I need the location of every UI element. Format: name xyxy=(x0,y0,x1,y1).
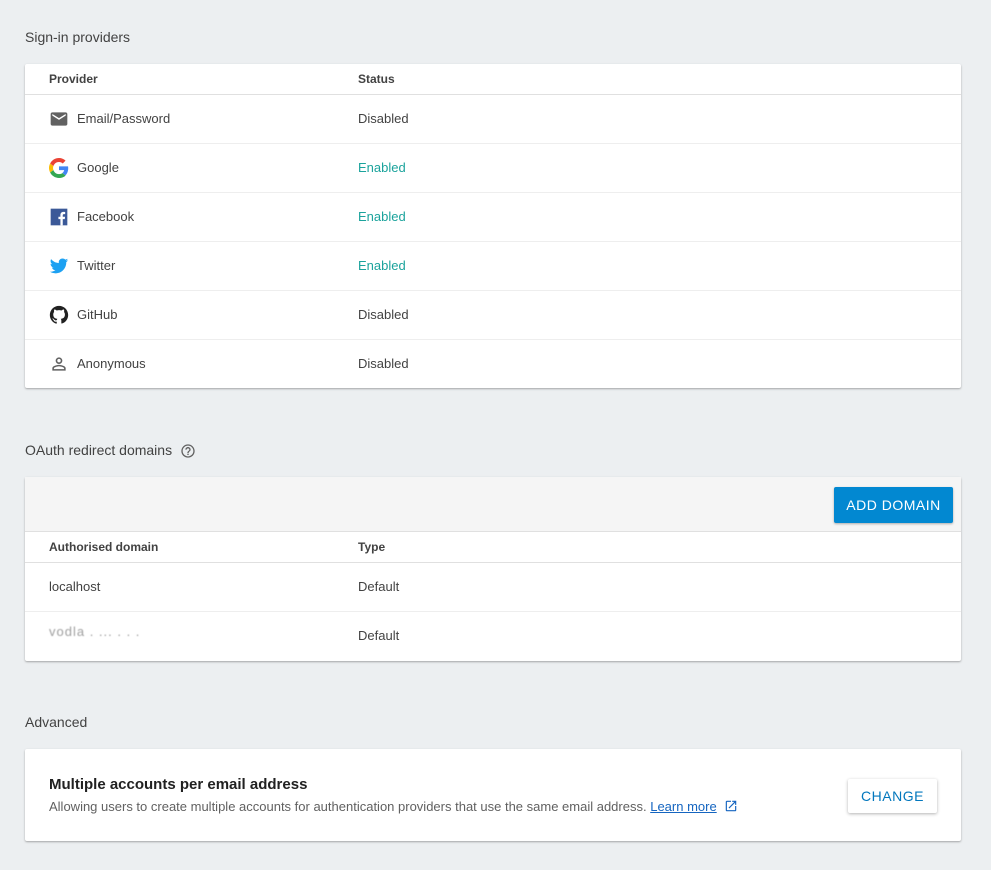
provider-row-google[interactable]: Google Enabled xyxy=(25,144,961,193)
person-icon xyxy=(52,357,66,371)
provider-name: Google xyxy=(77,160,119,175)
domain-name: vodla . ... . . . xyxy=(49,624,141,639)
providers-table-header: Provider Status xyxy=(25,64,961,95)
help-icon[interactable] xyxy=(180,443,196,459)
oauth-card: ADD DOMAIN Authorised domain Type localh… xyxy=(25,477,961,661)
mail-icon xyxy=(50,112,68,126)
learn-more-link[interactable]: Learn more xyxy=(650,799,716,814)
oauth-section-title: OAuth redirect domains xyxy=(25,442,196,459)
advanced-section-title: Advanced xyxy=(25,714,88,730)
advanced-card: Multiple accounts per email address Allo… xyxy=(25,749,961,841)
change-button[interactable]: CHANGE xyxy=(848,779,937,813)
provider-row-facebook[interactable]: Facebook Enabled xyxy=(25,193,961,242)
domain-type: Default xyxy=(358,579,400,594)
column-header-provider: Provider xyxy=(49,72,98,86)
oauth-toolbar: ADD DOMAIN xyxy=(25,477,961,532)
providers-card: Provider Status Email/Password Disabled … xyxy=(25,64,961,388)
provider-status: Disabled xyxy=(358,356,409,371)
multiple-accounts-description: Allowing users to create multiple accoun… xyxy=(49,799,738,814)
column-header-domain: Authorised domain xyxy=(49,540,159,554)
open-in-new-icon[interactable] xyxy=(724,799,738,813)
column-header-status: Status xyxy=(358,72,395,86)
provider-status: Enabled xyxy=(358,160,406,175)
provider-row-anonymous[interactable]: Anonymous Disabled xyxy=(25,340,961,388)
domain-row[interactable]: localhost Default xyxy=(25,563,961,612)
add-domain-button[interactable]: ADD DOMAIN xyxy=(834,487,953,523)
facebook-icon xyxy=(50,208,68,226)
domain-name: localhost xyxy=(49,579,101,594)
provider-name: Email/Password xyxy=(77,111,171,126)
providers-section-title: Sign-in providers xyxy=(25,29,131,45)
provider-status: Enabled xyxy=(358,209,406,224)
provider-status: Disabled xyxy=(358,307,409,322)
provider-name: Twitter xyxy=(77,258,116,273)
provider-name: Facebook xyxy=(77,209,135,224)
provider-status: Enabled xyxy=(358,258,406,273)
domain-row[interactable]: vodla . ... . . . Default xyxy=(25,612,961,660)
multiple-accounts-title: Multiple accounts per email address xyxy=(49,776,308,793)
description-text: Allowing users to create multiple accoun… xyxy=(49,799,647,814)
domain-type: Default xyxy=(358,628,400,643)
github-icon xyxy=(49,305,69,324)
provider-status: Disabled xyxy=(358,111,409,126)
oauth-table-header: Authorised domain Type xyxy=(25,532,961,563)
provider-row-github[interactable]: GitHub Disabled xyxy=(25,291,961,340)
provider-name: GitHub xyxy=(77,307,118,322)
twitter-icon xyxy=(49,258,69,274)
provider-row-twitter[interactable]: Twitter Enabled xyxy=(25,242,961,291)
column-header-type: Type xyxy=(358,540,386,554)
provider-name: Anonymous xyxy=(77,356,146,371)
provider-row-email[interactable]: Email/Password Disabled xyxy=(25,95,961,144)
google-icon xyxy=(49,158,69,178)
oauth-title-text: OAuth redirect domains xyxy=(25,442,173,458)
